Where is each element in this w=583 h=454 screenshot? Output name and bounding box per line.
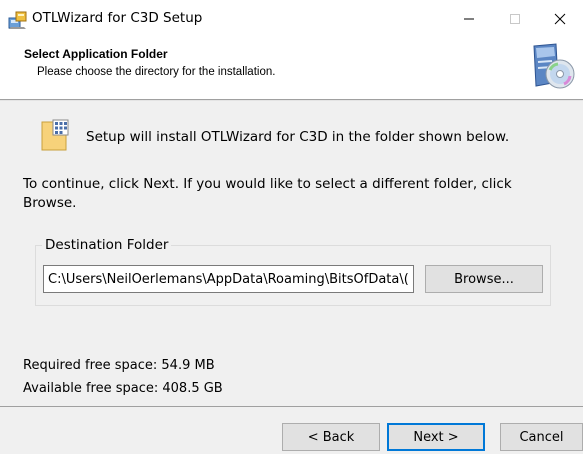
available-space-text: Available free space: 408.5 GB bbox=[23, 381, 223, 396]
intro-text: Setup will install OTLWizard for C3D in … bbox=[86, 129, 510, 145]
window-title: OTLWizard for C3D Setup bbox=[32, 10, 203, 26]
cancel-button[interactable]: Cancel bbox=[500, 423, 583, 451]
cd-installer-icon bbox=[528, 42, 576, 92]
back-button[interactable]: < Back bbox=[282, 423, 380, 451]
instruction-text-line-1: To continue, click Next. If you would li… bbox=[23, 176, 512, 192]
setup-installer-icon bbox=[8, 10, 28, 30]
close-button[interactable] bbox=[537, 0, 583, 38]
maximize-icon bbox=[510, 14, 520, 24]
folder-icon bbox=[40, 119, 74, 153]
instruction-text-line-2: Browse. bbox=[23, 195, 77, 211]
minimize-icon bbox=[464, 18, 474, 20]
next-button[interactable]: Next > bbox=[387, 423, 485, 451]
minimize-button[interactable] bbox=[446, 0, 492, 38]
page-title: Select Application Folder bbox=[24, 47, 168, 61]
required-space-text: Required free space: 54.9 MB bbox=[23, 358, 215, 373]
maximize-button[interactable] bbox=[492, 0, 538, 38]
page-subtitle: Please choose the directory for the inst… bbox=[37, 66, 276, 78]
destination-path-input[interactable] bbox=[43, 265, 414, 293]
browse-button[interactable]: Browse... bbox=[425, 265, 543, 293]
close-icon bbox=[554, 13, 566, 25]
destination-folder-label: Destination Folder bbox=[42, 237, 172, 253]
